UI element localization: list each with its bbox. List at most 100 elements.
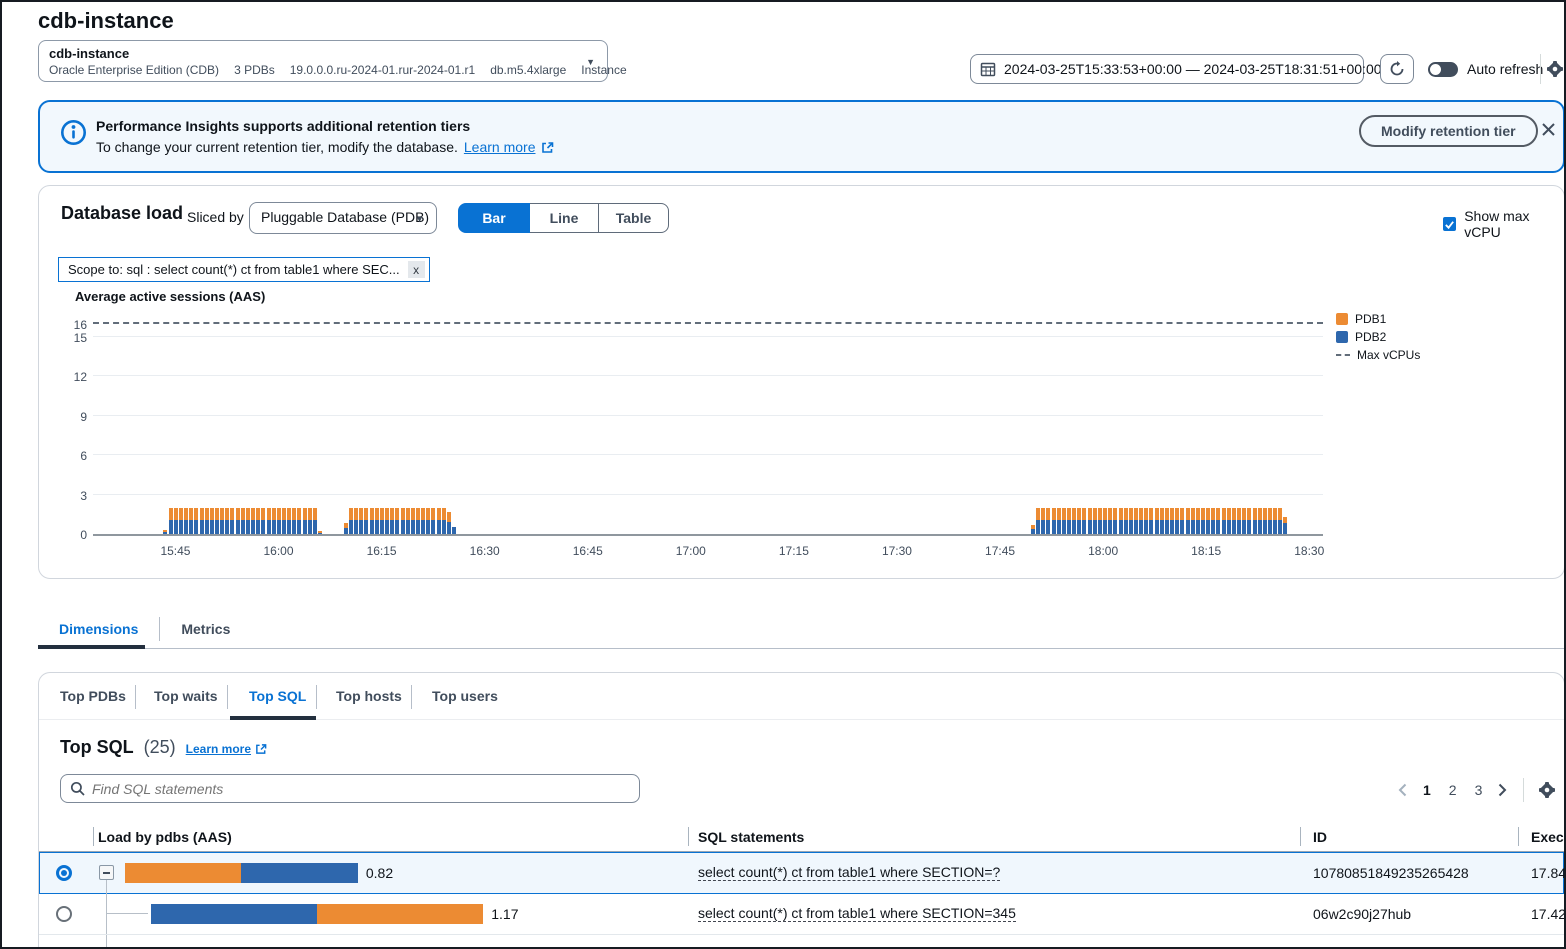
dismiss-token-icon[interactable]: x [408,261,425,278]
column-id: ID [1313,829,1327,845]
checkbox-checked-icon[interactable] [1443,217,1456,231]
executions-value: 17.42 [1531,906,1565,922]
tab-top-waits[interactable]: Top waits [154,688,218,704]
sql-statement-link[interactable]: select count(*) ct from table1 where SEC… [698,864,1000,881]
executions-value: 17.84 [1531,865,1565,881]
aas-x-axis: 15:4516:0016:1516:3016:4517:0017:1517:30… [93,544,1323,560]
table-header: Load by pdbs (AAS) SQL statements ID Exe… [39,821,1564,851]
view-bar-button[interactable]: Bar [458,203,530,233]
column-executions: Execu [1531,829,1565,845]
learn-more-link[interactable]: Learn more [464,139,536,155]
learn-more-link[interactable]: Learn more [186,742,251,756]
chart-view-toggle: Bar Line Table [458,203,669,233]
tab-top-sql[interactable]: Top SQL [249,688,306,704]
external-link-icon [541,141,554,154]
slice-dropdown-value: Pluggable Database (PDB) [261,209,429,225]
row-divider [39,947,1564,948]
column-sql-statements: SQL statements [698,829,804,845]
dimensions-panel: Top PDBs Top waits Top SQL Top hosts Top… [38,672,1565,949]
time-range-picker[interactable]: 2024-03-25T15:33:53+00:00 — 2024-03-25T1… [970,54,1364,84]
row-divider [39,934,1564,935]
top-sql-header: Top SQL (25) Learn more [60,737,267,758]
aas-y-axis: 0369121516 [59,319,87,536]
main-tabs: Dimensions Metrics [38,617,251,641]
auto-refresh-control: Auto refresh [1428,54,1543,84]
instance-name: cdb-instance [49,46,579,61]
tree-connector-vertical [106,880,107,949]
slice-dropdown[interactable]: Pluggable Database (PDB) ▼ [249,202,437,234]
load-value: 0.82 [366,865,393,881]
search-input[interactable] [92,781,630,797]
pagination-divider [1523,778,1524,802]
refresh-button[interactable] [1380,54,1414,84]
banner-description-text: To change your current retention tier, m… [96,139,458,155]
banner-description: To change your current retention tier, m… [96,139,554,155]
column-load-by-pdbs: Load by pdbs (AAS) [98,829,232,845]
tree-connector-horizontal [106,913,148,914]
load-bar-cell: 1.17 [151,904,519,924]
view-line-button[interactable]: Line [529,203,599,233]
show-max-vcpu-label: Show max vCPU [1464,208,1564,240]
page-title: cdb-instance [38,8,174,34]
column-divider [93,827,94,846]
tab-top-users[interactable]: Top users [432,688,498,704]
instance-selector[interactable]: cdb-instance Oracle Enterprise Edition (… [38,40,608,82]
chevron-down-icon: ▼ [586,57,595,67]
tab-dimensions[interactable]: Dimensions [38,621,159,637]
refresh-icon [1389,61,1405,77]
load-bar [125,863,358,883]
chevron-down-icon: ▼ [415,214,424,224]
settings-gear-icon[interactable] [1546,60,1564,78]
scope-filter-text: Scope to: sql : select count(*) ct from … [68,262,400,277]
instance-pdbs: 3 PDBs [234,63,275,77]
tab-metrics[interactable]: Metrics [160,621,251,637]
sql-id: 06w2c90j27hub [1313,906,1411,922]
header-divider [1540,54,1541,84]
banner-title: Performance Insights supports additional… [96,118,470,134]
sliced-by-label: Sliced by [187,209,244,225]
chart-legend: PDB1PDB2Max vCPUs [1336,310,1420,364]
tabs-hairline [38,648,1565,649]
tab-separator [316,685,317,709]
auto-refresh-toggle[interactable] [1428,62,1458,77]
database-load-card: Database load Sliced by Pluggable Databa… [38,185,1565,579]
tab-separator [411,685,412,709]
aas-chart-plot[interactable] [93,319,1323,536]
database-load-title: Database load [61,203,183,224]
retention-info-banner: Performance Insights supports additional… [38,100,1565,173]
previous-page-icon[interactable] [1396,783,1409,797]
tab-top-hosts[interactable]: Top hosts [336,688,402,704]
load-value: 1.17 [491,906,518,922]
search-icon [70,781,85,796]
load-bar-cell: 0.82 [125,863,393,883]
active-tab-indicator [38,645,145,649]
tab-separator [227,685,228,709]
page-3[interactable]: 3 [1471,782,1487,798]
pagination: 1 2 3 [1396,778,1556,802]
next-page-icon[interactable] [1496,783,1509,797]
close-icon[interactable] [1541,122,1556,137]
page-1[interactable]: 1 [1419,782,1435,798]
sql-statement-link[interactable]: select count(*) ct from table1 where SEC… [698,905,1016,922]
column-divider [1518,827,1519,846]
show-max-vcpu-control[interactable]: Show max vCPU [1443,208,1564,240]
instance-version: 19.0.0.0.ru-2024-01.rur-2024-01.r1 [290,63,475,77]
view-table-button[interactable]: Table [598,203,669,233]
top-sql-learn-more[interactable]: Learn more [186,742,267,756]
row-radio[interactable] [56,906,72,922]
collapse-row-icon[interactable] [99,865,114,880]
load-bar [151,904,483,924]
sql-search-box [60,774,640,803]
modify-retention-tier-button[interactable]: Modify retention tier [1359,115,1538,147]
sql-id: 10780851849235265428 [1313,865,1469,881]
calendar-icon [980,61,996,77]
external-link-icon [255,743,267,755]
row-radio-selected[interactable] [56,865,72,881]
scope-filter-token: Scope to: sql : select count(*) ct from … [58,257,430,282]
tab-top-pdbs[interactable]: Top PDBs [60,688,126,704]
table-preferences-gear-icon[interactable] [1538,781,1556,799]
page-2[interactable]: 2 [1445,782,1461,798]
info-icon [60,119,87,146]
table-row[interactable]: 0.82 select count(*) ct from table1 wher… [39,852,1564,894]
table-row[interactable]: 1.17 select count(*) ct from table1 wher… [39,894,1564,934]
